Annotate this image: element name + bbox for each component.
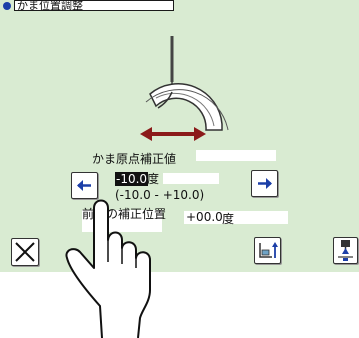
presser-up-icon bbox=[259, 242, 278, 258]
cancel-button[interactable] bbox=[11, 238, 39, 266]
increase-button[interactable] bbox=[251, 170, 278, 197]
previous-correction-value: +00.0 bbox=[186, 210, 223, 224]
title-bullet-icon bbox=[3, 2, 11, 10]
origin-correction-label: かま原点補正値 bbox=[92, 152, 177, 166]
origin-correction-label-field bbox=[196, 150, 276, 161]
close-x-icon bbox=[15, 242, 35, 262]
title-bar: かま位置調整 bbox=[0, 0, 359, 12]
right-arrow-icon bbox=[258, 178, 272, 189]
window-title: かま位置調整 bbox=[14, 0, 174, 11]
pointing-hand-icon bbox=[65, 199, 151, 338]
hook-illustration bbox=[110, 36, 250, 146]
presser-up-button[interactable] bbox=[254, 237, 281, 264]
needle-position-button[interactable] bbox=[333, 237, 358, 264]
needle-position-icon bbox=[338, 240, 353, 261]
previous-correction-unit: 度 bbox=[222, 212, 235, 226]
